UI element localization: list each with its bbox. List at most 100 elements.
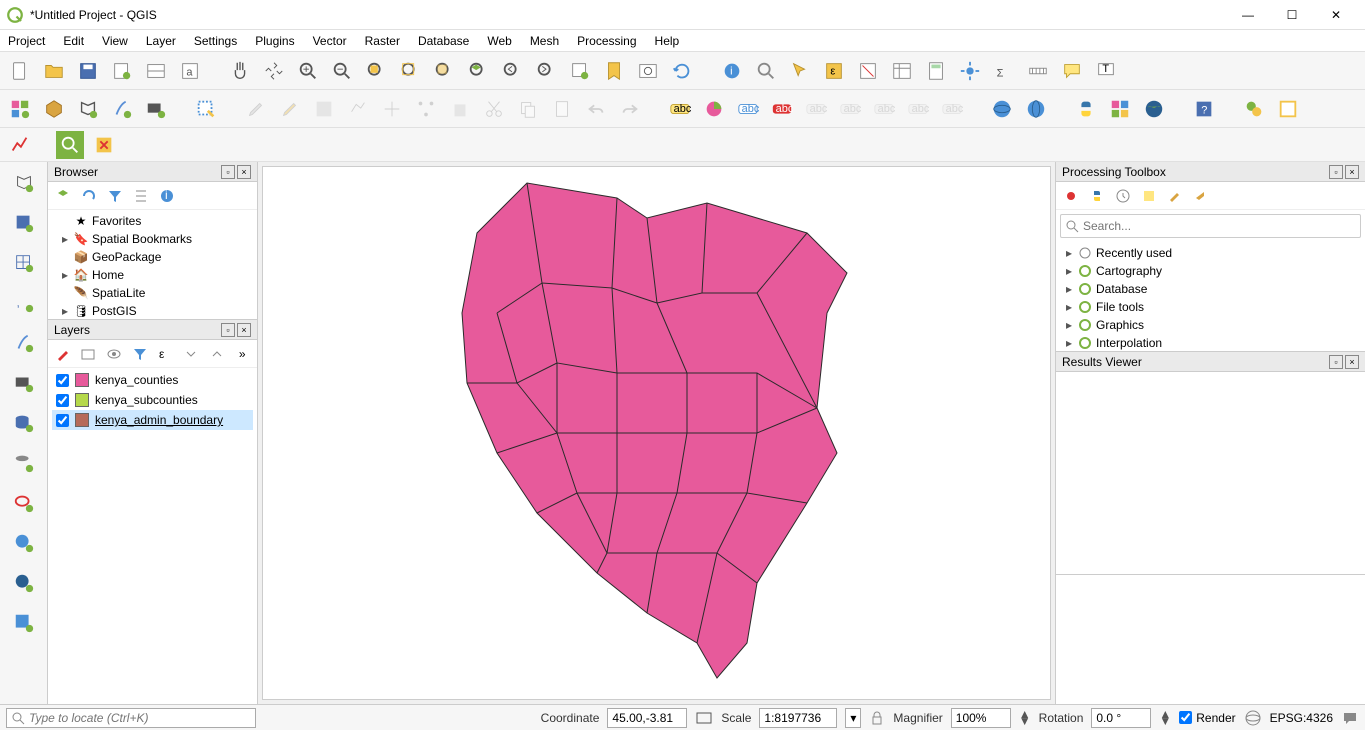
statistics-icon[interactable]: Σ: [990, 57, 1018, 85]
identify-icon[interactable]: i: [718, 57, 746, 85]
locator-bar[interactable]: [6, 708, 256, 728]
menu-plugins[interactable]: Plugins: [255, 34, 294, 48]
new-virtual-layer-icon[interactable]: [142, 95, 170, 123]
browser-item-postgis[interactable]: ▸🛢PostGIS: [52, 302, 253, 320]
add-raster-layer-icon[interactable]: [9, 208, 39, 238]
menu-mesh[interactable]: Mesh: [530, 34, 559, 48]
pan-to-selection-icon[interactable]: [260, 57, 288, 85]
processing-close-icon[interactable]: ×: [1345, 165, 1359, 179]
add-postgis-icon[interactable]: [9, 408, 39, 438]
profile-tool-icon[interactable]: [6, 131, 34, 159]
abc-highlight-icon[interactable]: abc: [734, 95, 762, 123]
layers-panel-header[interactable]: Layers ▫ ×: [48, 320, 257, 340]
open-project-icon[interactable]: [40, 57, 68, 85]
menu-view[interactable]: View: [102, 34, 128, 48]
processing-model-icon[interactable]: [1062, 187, 1080, 205]
processing-search-input[interactable]: [1083, 219, 1356, 233]
render-checkbox[interactable]: [1179, 711, 1192, 724]
layers-undock-icon[interactable]: ▫: [221, 323, 235, 337]
lock-icon[interactable]: [869, 710, 885, 726]
browser-collapse-icon[interactable]: [132, 187, 150, 205]
add-wcs-icon[interactable]: [9, 608, 39, 638]
layers-close-icon[interactable]: ×: [237, 323, 251, 337]
quick-osm-icon[interactable]: [56, 131, 84, 159]
save-project-icon[interactable]: [74, 57, 102, 85]
browser-item-bookmarks[interactable]: ▸🔖Spatial Bookmarks: [52, 230, 253, 248]
processing-history-icon[interactable]: [1114, 187, 1132, 205]
layers-add-group-icon[interactable]: [80, 345, 98, 363]
rotation-spinner[interactable]: ▲▼: [1159, 711, 1171, 725]
layers-tree[interactable]: kenya_counties kenya_subcounties kenya_a…: [48, 368, 257, 704]
copy-features-icon[interactable]: [514, 95, 542, 123]
layer-kenya-admin-boundary[interactable]: kenya_admin_boundary: [52, 410, 253, 430]
measure-icon[interactable]: [1024, 57, 1052, 85]
map-tips-icon[interactable]: [1058, 57, 1086, 85]
abc-label-icon[interactable]: abc: [666, 95, 694, 123]
zoom-in-icon[interactable]: [294, 57, 322, 85]
processing-item-interpolation[interactable]: ▸Interpolation: [1060, 334, 1361, 352]
hcmgis-globe2-icon[interactable]: [1022, 95, 1050, 123]
processing-item-filetools[interactable]: ▸File tools: [1060, 298, 1361, 316]
layers-expression-icon[interactable]: ε: [157, 345, 175, 363]
layers-style-icon[interactable]: [54, 345, 72, 363]
add-virtual-icon[interactable]: [9, 368, 39, 398]
toolbox-icon[interactable]: [956, 57, 984, 85]
abc-show-icon[interactable]: abc: [802, 95, 830, 123]
web-icon[interactable]: [1140, 95, 1168, 123]
new-map-view-icon[interactable]: [566, 57, 594, 85]
layers-more-icon[interactable]: »: [233, 345, 251, 363]
browser-properties-icon[interactable]: i: [158, 187, 176, 205]
zoom-full-icon[interactable]: [396, 57, 424, 85]
results-undock-icon[interactable]: ▫: [1329, 355, 1343, 369]
new-project-icon[interactable]: [6, 57, 34, 85]
messages-icon[interactable]: [1341, 709, 1359, 727]
browser-item-geopackage[interactable]: 📦GeoPackage: [52, 248, 253, 266]
field-calc-icon[interactable]: [922, 57, 950, 85]
new-spatialite-icon[interactable]: [108, 95, 136, 123]
zoom-selection-icon[interactable]: [430, 57, 458, 85]
add-oracle-icon[interactable]: [9, 488, 39, 518]
layer-checkbox[interactable]: [56, 394, 69, 407]
menu-processing[interactable]: Processing: [577, 34, 636, 48]
browser-panel-header[interactable]: Browser ▫ ×: [48, 162, 257, 182]
diagram-icon[interactable]: [700, 95, 728, 123]
extents-icon[interactable]: [695, 709, 713, 727]
add-wms-icon[interactable]: [9, 528, 39, 558]
menu-help[interactable]: Help: [655, 34, 680, 48]
processing-search[interactable]: [1060, 214, 1361, 238]
abc-pin-icon[interactable]: abc: [768, 95, 796, 123]
browser-undock-icon[interactable]: ▫: [221, 165, 235, 179]
layer-checkbox[interactable]: [56, 414, 69, 427]
layer-kenya-counties[interactable]: kenya_counties: [52, 370, 253, 390]
menu-layer[interactable]: Layer: [146, 34, 176, 48]
close-button[interactable]: ✕: [1323, 8, 1349, 22]
menu-raster[interactable]: Raster: [365, 34, 400, 48]
browser-filter-icon[interactable]: [106, 187, 124, 205]
browser-item-favorites[interactable]: ★Favorites: [52, 212, 253, 230]
processing-results-icon[interactable]: [1140, 187, 1158, 205]
python-console-icon[interactable]: [1072, 95, 1100, 123]
vertex-tool-icon[interactable]: [412, 95, 440, 123]
layers-filter-icon[interactable]: [131, 345, 149, 363]
abc-rotate-icon[interactable]: abc: [870, 95, 898, 123]
style-manager-icon[interactable]: a: [176, 57, 204, 85]
magnifier-spinner[interactable]: ▲▼: [1019, 711, 1031, 725]
results-body[interactable]: [1056, 372, 1365, 574]
layers-expand-icon[interactable]: [182, 345, 200, 363]
layers-visibility-icon[interactable]: [105, 345, 123, 363]
layer-checkbox[interactable]: [56, 374, 69, 387]
actions-icon[interactable]: [752, 57, 780, 85]
browser-item-home[interactable]: ▸🏠Home: [52, 266, 253, 284]
maximize-button[interactable]: ☐: [1279, 8, 1305, 22]
map-canvas[interactable]: [262, 166, 1051, 700]
crs-label[interactable]: EPSG:4326: [1270, 711, 1333, 725]
processing-panel-header[interactable]: Processing Toolbox ▫ ×: [1056, 162, 1365, 182]
plugin-qms-icon[interactable]: [1240, 95, 1268, 123]
add-delimited-text-icon[interactable]: ,: [9, 288, 39, 318]
undo-icon[interactable]: [582, 95, 610, 123]
plugin-other-icon[interactable]: [1274, 95, 1302, 123]
results-panel-header[interactable]: Results Viewer ▫ ×: [1056, 352, 1365, 372]
layers-collapse-icon[interactable]: [208, 345, 226, 363]
toggle-editing-icon[interactable]: [242, 95, 270, 123]
crs-icon[interactable]: [1244, 709, 1262, 727]
